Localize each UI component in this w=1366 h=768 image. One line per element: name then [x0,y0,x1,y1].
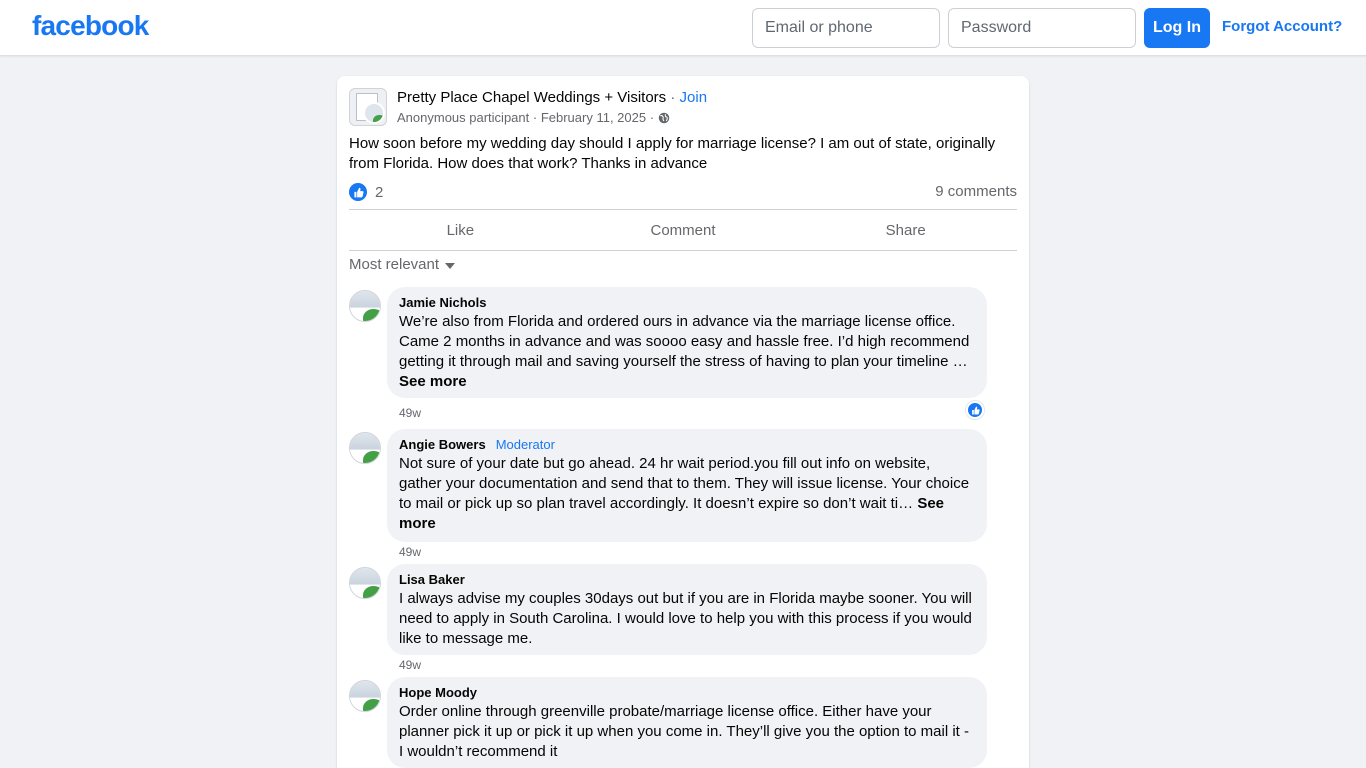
comment-text: I always advise my couples 30days out bu… [399,590,972,647]
facebook-logo[interactable]: facebook [32,10,149,42]
post-actions: Like Comment Share [349,210,1017,250]
commenter-name: Angie Bowers Moderator [399,437,975,453]
separator-dot: · [532,110,541,125]
like-count: 2 [375,183,384,201]
like-reaction-icon [349,183,367,201]
post-card: Pretty Place Chapel Weddings + Visitors … [337,76,1029,768]
avatar[interactable] [349,290,381,322]
commenter-name-link[interactable]: Angie Bowers [399,437,486,452]
comment-text-body: We’re also from Florida and ordered ours… [399,313,970,370]
comment-sort-dropdown[interactable]: Most relevant [349,256,456,273]
like-button[interactable]: Like [349,210,572,250]
globe-icon [658,112,669,124]
comment-button[interactable]: Comment [572,210,795,250]
see-more-link[interactable]: See more [399,373,467,390]
comment-text-body: Not sure of your date but go ahead. 24 h… [399,455,970,512]
reaction-summary[interactable]: 2 [349,182,383,202]
password-input[interactable] [948,8,1136,48]
post-author: Anonymous participant [397,110,530,125]
share-button[interactable]: Share [794,210,1017,250]
group-header: Pretty Place Chapel Weddings + Visitors … [397,89,707,106]
avatar[interactable] [349,567,381,599]
join-link[interactable]: Join [680,89,708,106]
divider [349,250,1017,251]
commenter-name[interactable]: Jamie Nichols [399,295,975,311]
login-button[interactable]: Log In [1144,8,1210,48]
post-body: How soon before my wedding day should I … [349,135,996,172]
comment-count[interactable]: 9 comments [935,183,1017,200]
post-date[interactable]: February 11, 2025 [541,110,646,125]
moderator-badge: Moderator [495,437,555,452]
commenter-name[interactable]: Hope Moody [399,685,975,701]
commenter-name[interactable]: Lisa Baker [399,572,975,588]
top-navbar: facebook Log In Forgot Account? [0,0,1366,56]
like-reaction-icon[interactable] [966,401,984,419]
comment-timestamp[interactable]: 49w [399,545,421,559]
group-name-link[interactable]: Pretty Place Chapel Weddings + Visitors [397,89,666,106]
comment-text: Not sure of your date but go ahead. 24 h… [399,454,975,534]
author-avatar-icon [363,102,385,124]
sort-label: Most relevant [349,256,440,273]
comment-bubble: Hope Moody Order online through greenvil… [387,677,987,768]
post-meta: Anonymous participant · February 11, 202… [397,110,670,125]
separator-dot: · [649,110,658,125]
chevron-down-icon [445,263,456,269]
comment-text: Order online through greenville probate/… [399,703,970,760]
forgot-account-link[interactable]: Forgot Account? [1222,18,1342,35]
separator-dot: · [670,89,680,106]
comment-timestamp[interactable]: 49w [399,658,421,672]
group-avatar[interactable] [349,88,387,126]
avatar[interactable] [349,680,381,712]
comment-bubble: Angie Bowers Moderator Not sure of your d… [387,429,987,542]
avatar[interactable] [349,432,381,464]
email-input[interactable] [752,8,940,48]
comment-bubble: Lisa Baker I always advise my couples 30… [387,564,987,655]
comment-timestamp[interactable]: 49w [399,406,421,420]
comment-bubble: Jamie Nichols We’re also from Florida an… [387,287,987,398]
comment-text: We’re also from Florida and ordered ours… [399,312,975,392]
